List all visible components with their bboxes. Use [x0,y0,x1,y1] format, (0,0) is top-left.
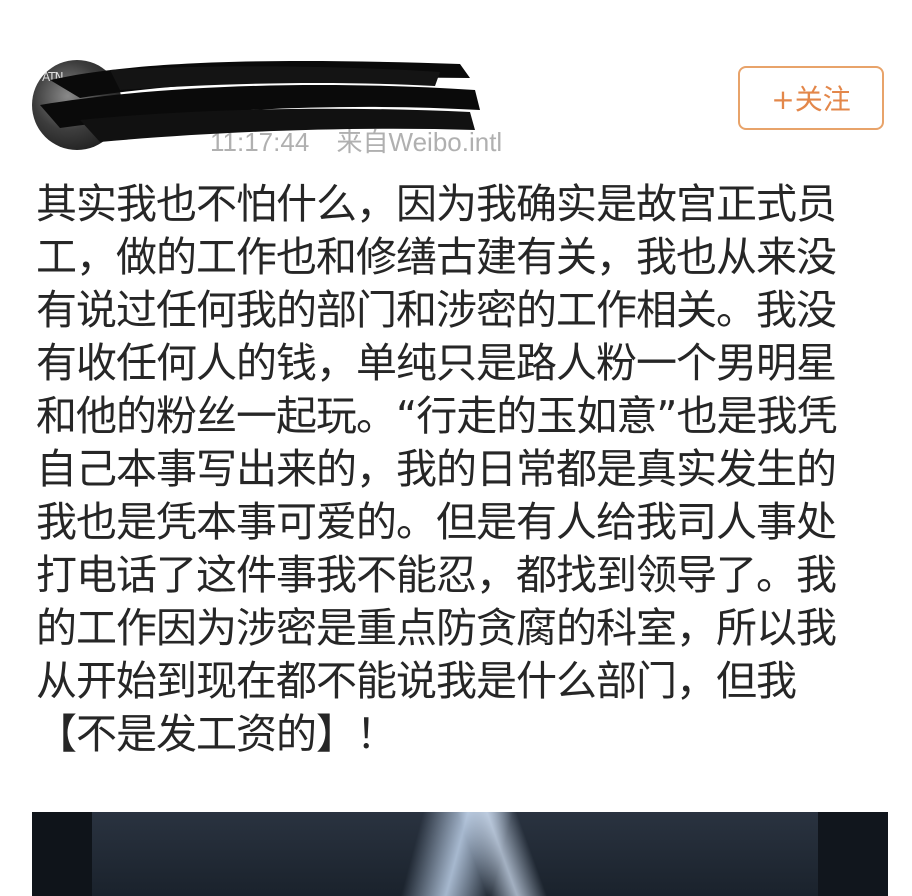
post-line: 打电话了这件事我不能忍，都找到领导了。我 [36,551,837,599]
image-pillar-left [32,812,92,896]
redaction-scribble [40,61,480,142]
follow-button[interactable]: +关注 [738,66,884,130]
post-line: 和他的粉丝一起玩。“行走的玉如意”也是我凭 [36,392,837,440]
post-line: 的工作因为涉密是重点防贪腐的科室，所以我 [36,604,837,652]
post-header: ATN 11:17:44 来自Weibo.intl +关注 [0,0,912,170]
post-line: 从开始到现在都不能说我是什么部门，但我 [36,657,797,705]
post-line: 【不是发工资的】！ [36,710,397,758]
post-image[interactable] [32,812,888,896]
post-line: 其实我也不怕什么，因为我确实是故宫正式员 [36,180,837,228]
image-pillar-right [818,812,888,896]
post-line: 有说过任何我的部门和涉密的工作相关。我没 [36,286,837,334]
post-line: 工，做的工作也和修缮古建有关，我也从来没 [36,233,837,281]
post-line: 自己本事写出来的，我的日常都是真实发生的 [36,445,837,493]
post-body: 其实我也不怕什么，因为我确实是故宫正式员 工，做的工作也和修缮古建有关，我也从来… [36,178,896,761]
post-line: 我也是凭本事可爱的。但是有人给我司人事处 [36,498,837,546]
post-line: 有收任何人的钱，单纯只是路人粉一个男明星 [36,339,837,387]
